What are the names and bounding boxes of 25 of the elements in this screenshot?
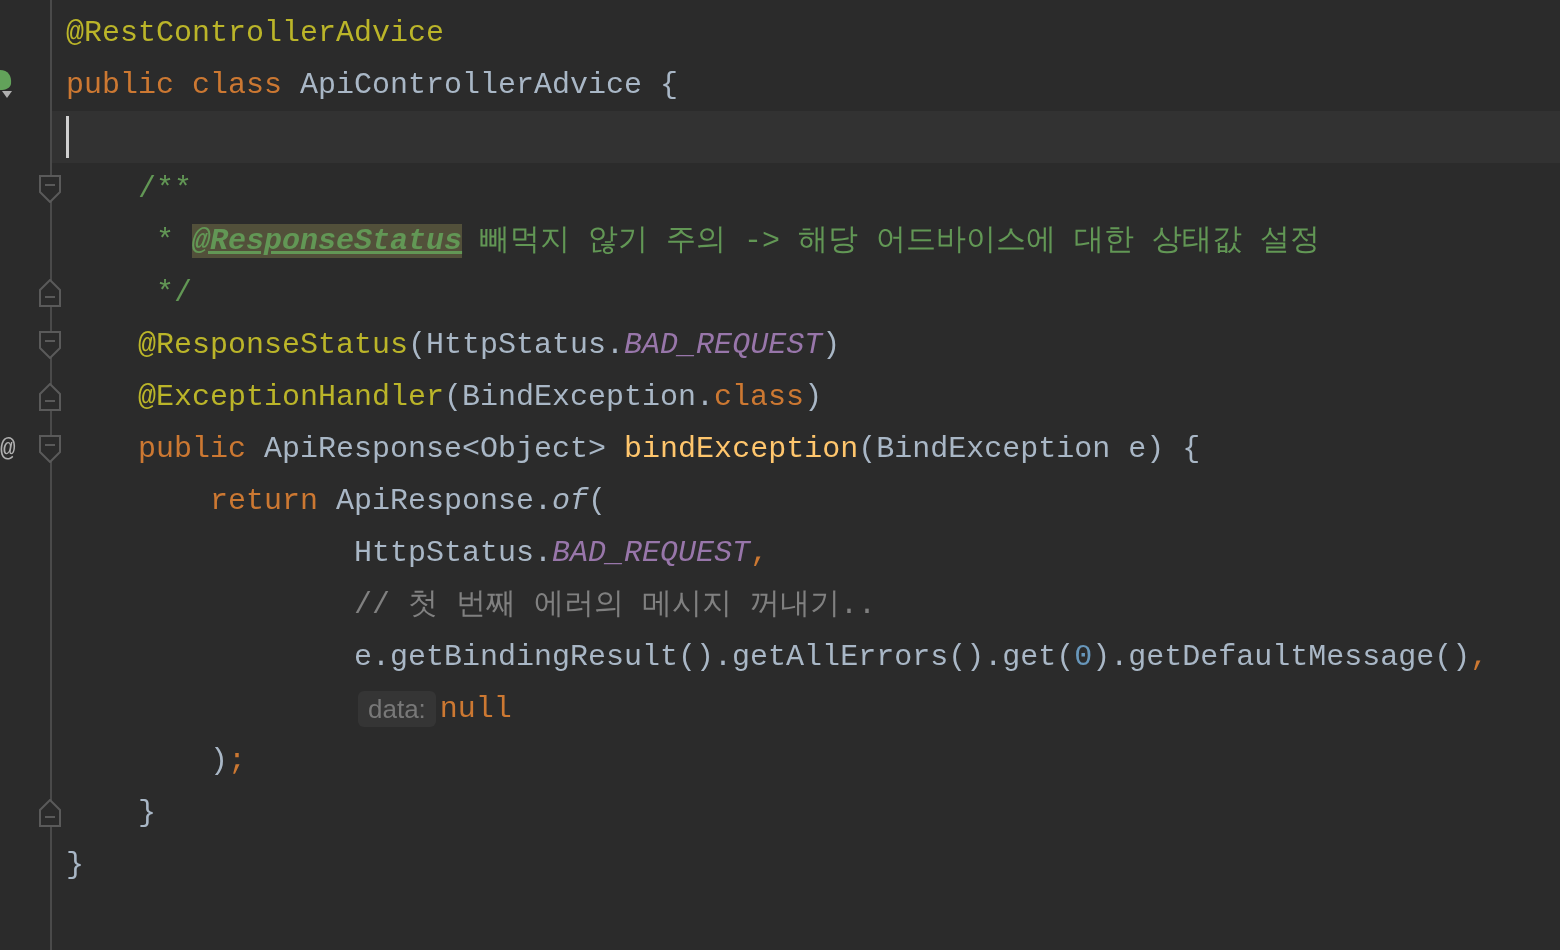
code-line: public class ApiControllerAdvice {: [66, 66, 679, 104]
code-line: }: [137, 794, 156, 832]
fold-end-icon[interactable]: [39, 383, 61, 411]
inlay-hint: data:: [358, 691, 436, 727]
code-line: public ApiResponse<Object> bindException(BindException e) {: [137, 430, 1201, 468]
text-caret: [66, 116, 69, 158]
code-line: return ApiResponse.of(: [209, 482, 607, 520]
code-line: HttpStatus.BAD_REQUEST,: [353, 534, 769, 572]
code-line: // 첫 번째 에러의 메시지 꺼내기..: [353, 586, 877, 624]
fold-end-icon[interactable]: [39, 799, 61, 827]
code-line: @RestControllerAdvice: [66, 14, 445, 52]
code-line: }: [66, 846, 84, 884]
code-line: @ExceptionHandler(BindException.class): [137, 378, 823, 416]
fold-start-icon[interactable]: [39, 331, 61, 359]
code-line: null: [439, 690, 512, 728]
code-line: @ResponseStatus(HttpStatus.BAD_REQUEST): [137, 326, 841, 364]
code-line: e.getBindingResult().getAllErrors().get(0).getDefaultMessage(),: [353, 638, 1489, 676]
fold-start-icon[interactable]: [39, 175, 61, 203]
fold-start-icon[interactable]: [39, 435, 61, 463]
code-line: /**: [137, 170, 193, 208]
gutter-mark[interactable]: @: [0, 436, 16, 462]
code-line: );: [209, 742, 247, 780]
fold-end-icon[interactable]: [39, 279, 61, 307]
code-line: */: [155, 274, 193, 312]
code-line: * @ResponseStatus 빼먹지 않기 주의 -> 해당 어드바이스에 대한 상태값 설정: [155, 222, 1321, 260]
